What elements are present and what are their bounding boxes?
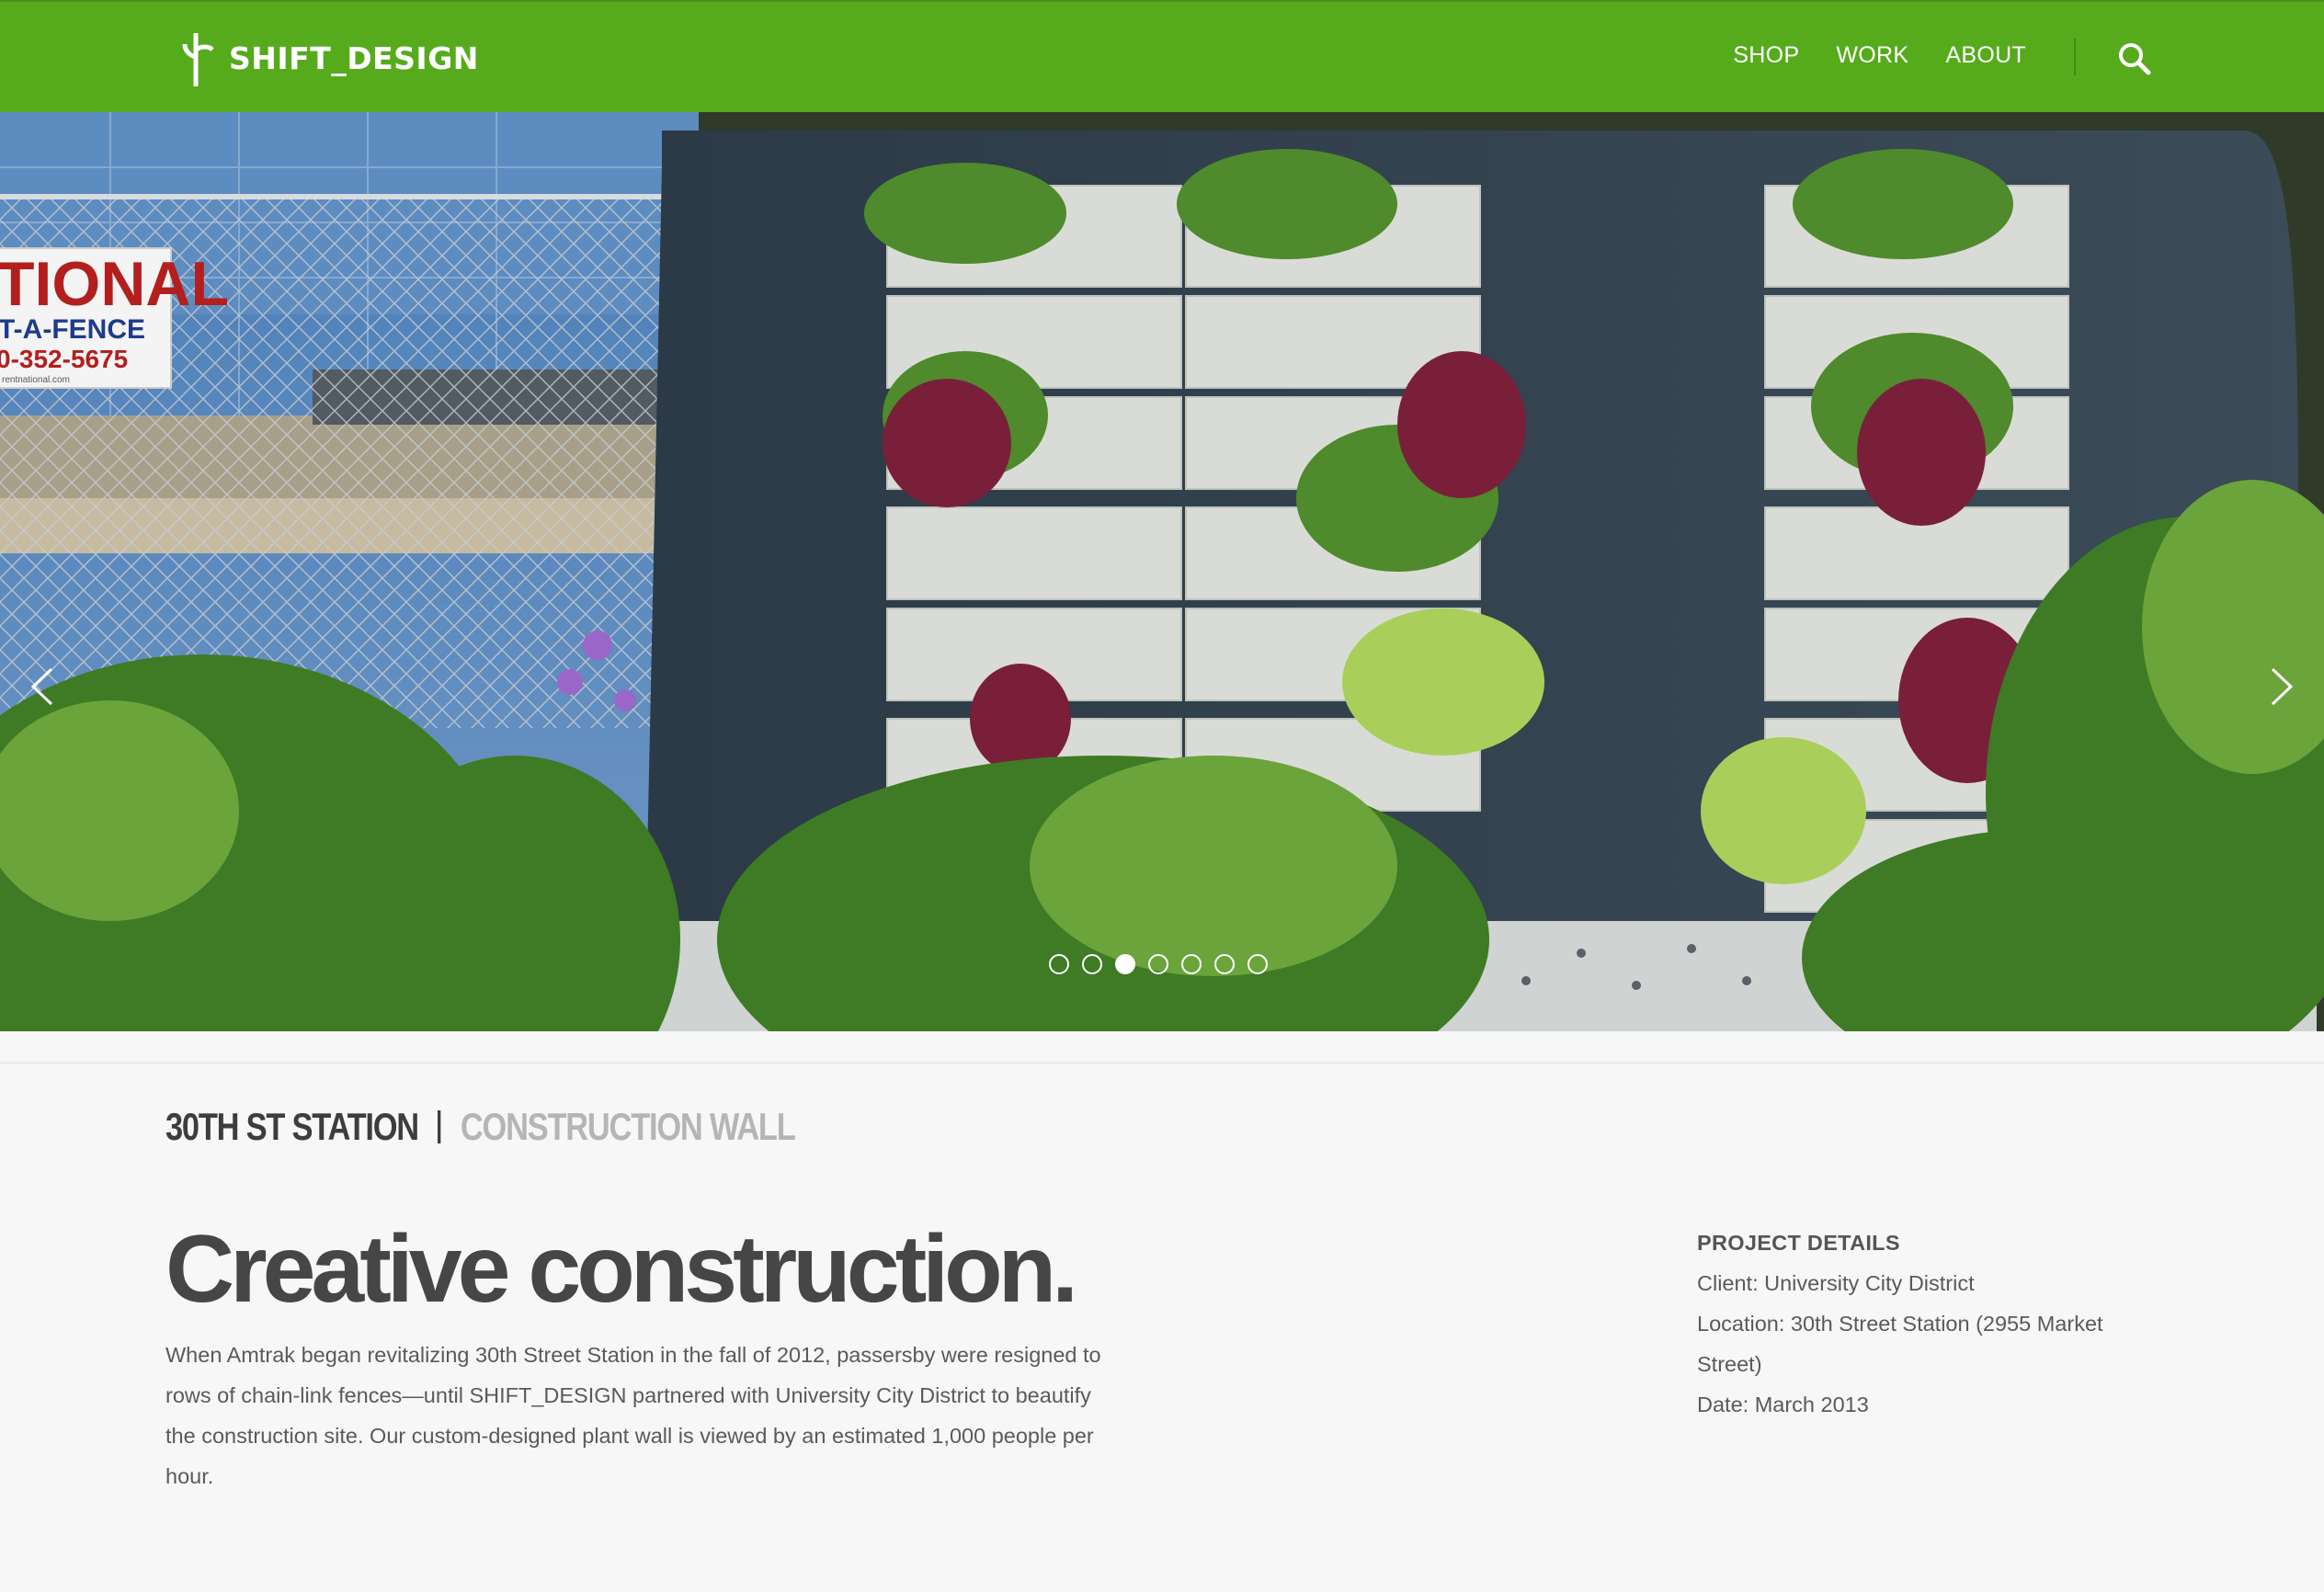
svg-text:TIONAL: TIONAL bbox=[0, 249, 229, 319]
description-line: the construction site. Our custom-design… bbox=[165, 1424, 1094, 1448]
project-description: When Amtrak began revitalizing 30th Stre… bbox=[165, 1335, 1158, 1496]
slider-dot[interactable] bbox=[1181, 954, 1202, 974]
description-line: rows of chain-link fences—until SHIFT_DE… bbox=[165, 1383, 1091, 1407]
slider-dot[interactable] bbox=[1082, 954, 1102, 974]
hero-slider: TIONAL T-A-FENCE 0-352-5675 rentnational… bbox=[0, 112, 2324, 1031]
search-icon[interactable] bbox=[2116, 40, 2153, 77]
detail-date: Date: March 2013 bbox=[1697, 1393, 1869, 1416]
main-nav: SHOP WORK ABOUT bbox=[1733, 42, 2026, 69]
description-line: hour. bbox=[165, 1464, 214, 1488]
svg-text:T-A-FENCE: T-A-FENCE bbox=[0, 314, 145, 345]
nav-work-link[interactable]: WORK bbox=[1836, 42, 1908, 69]
slider-dot[interactable] bbox=[1049, 954, 1069, 974]
project-details-title: PROJECT DETAILS bbox=[1697, 1231, 1900, 1255]
project-name: 30TH ST STATION bbox=[165, 1105, 419, 1148]
slider-dot[interactable] bbox=[1148, 954, 1168, 974]
project-details: PROJECT DETAILS Client: University City … bbox=[1697, 1222, 2157, 1425]
slider-dot-active[interactable] bbox=[1115, 954, 1135, 974]
subtitle-separator bbox=[438, 1110, 441, 1143]
slider-dot[interactable] bbox=[1247, 954, 1268, 974]
svg-text:rentnational.com: rentnational.com bbox=[2, 375, 70, 385]
nav-divider bbox=[2074, 39, 2076, 75]
project-subtitle: 30TH ST STATION CONSTRUCTION WALL bbox=[165, 1105, 796, 1149]
brand-logo-link[interactable]: SHIFT_DESIGN bbox=[179, 29, 479, 86]
svg-text:0-352-5675: 0-352-5675 bbox=[0, 345, 128, 373]
page-headline: Creative construction. bbox=[165, 1216, 1078, 1323]
description-line: When Amtrak began revitalizing 30th Stre… bbox=[165, 1343, 1101, 1367]
top-navigation-bar: SHIFT_DESIGN SHOP WORK ABOUT bbox=[0, 0, 2324, 112]
sprout-logo-icon bbox=[182, 33, 214, 86]
slider-pagination bbox=[1049, 954, 1268, 974]
nav-shop-link[interactable]: SHOP bbox=[1733, 42, 1799, 69]
brand-name: SHIFT_DESIGN bbox=[229, 40, 479, 76]
section-divider bbox=[0, 1062, 2324, 1064]
hero-photo: TIONAL T-A-FENCE 0-352-5675 rentnational… bbox=[0, 112, 2324, 1031]
chevron-left-icon[interactable] bbox=[20, 664, 66, 710]
project-category: CONSTRUCTION WALL bbox=[460, 1105, 796, 1148]
nav-about-link[interactable]: ABOUT bbox=[1945, 42, 2026, 69]
detail-location-cont: Street) bbox=[1697, 1352, 1762, 1376]
slider-dot[interactable] bbox=[1214, 954, 1235, 974]
detail-location: Location: 30th Street Station (2955 Mark… bbox=[1697, 1312, 2103, 1336]
detail-client: Client: University City District bbox=[1697, 1271, 1975, 1295]
chevron-right-icon[interactable] bbox=[2258, 664, 2304, 710]
